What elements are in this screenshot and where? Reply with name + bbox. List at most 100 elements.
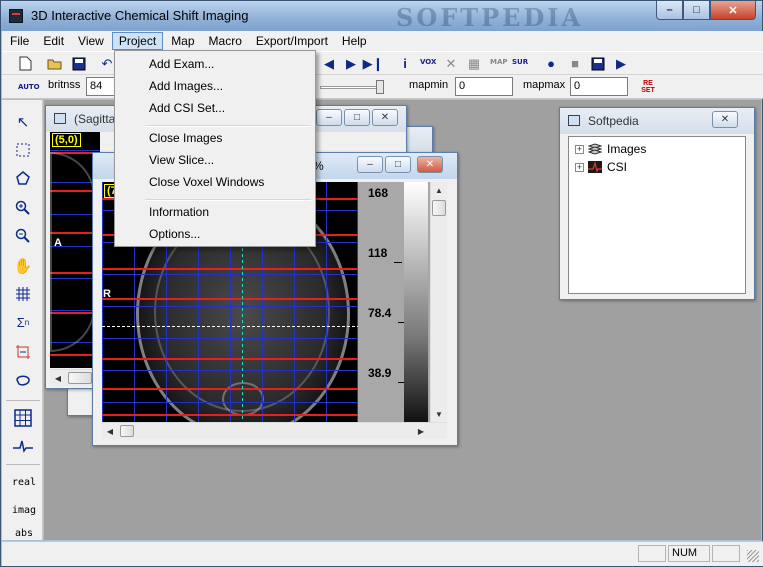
rect-select-icon[interactable]: [10, 138, 36, 162]
project-tree-window[interactable]: Softpedia ✕ + Images + CSI: [559, 107, 755, 300]
menu-bar: File Edit View Project Map Macro Export/…: [2, 31, 763, 51]
britnss-slider[interactable]: [320, 86, 380, 89]
scroll-right-icon[interactable]: ▶: [413, 423, 429, 439]
save-macro-icon[interactable]: [589, 55, 607, 72]
project-menu-dropdown: Add Exam... Add Images... Add CSI Set...…: [114, 50, 316, 247]
expand-icon[interactable]: +: [575, 144, 584, 154]
britnss-input[interactable]: 84: [86, 77, 116, 96]
menu-help[interactable]: Help: [336, 33, 373, 49]
pan-icon[interactable]: ✋: [10, 254, 36, 278]
window-icon: [568, 115, 580, 126]
axial-minimize-button[interactable]: –: [357, 156, 383, 173]
pointer-icon[interactable]: ↖: [10, 110, 36, 134]
csi-icon: [588, 160, 602, 173]
axial-vscroll[interactable]: ▲ ▼: [430, 182, 447, 422]
axial-close-button[interactable]: ✕: [417, 156, 443, 173]
colorbar-tick-4: 38.9: [368, 366, 392, 380]
menu-file[interactable]: File: [4, 33, 35, 49]
reset-button[interactable]: RE SET: [641, 80, 655, 94]
tree-item-images[interactable]: + Images: [575, 142, 646, 156]
voxel-grid-icon[interactable]: [10, 406, 36, 430]
menu-export-import[interactable]: Export/Import: [250, 33, 334, 49]
map-button[interactable]: MAP: [490, 58, 508, 66]
sagittal-maximize-button[interactable]: □: [344, 109, 370, 126]
menu-item-close-voxel-windows[interactable]: Close Voxel Windows: [149, 175, 264, 189]
status-indicator: [712, 545, 740, 562]
minimize-button[interactable]: –: [656, 1, 683, 20]
menu-edit[interactable]: Edit: [37, 33, 70, 49]
menu-macro[interactable]: Macro: [203, 33, 248, 49]
menu-item-information[interactable]: Information: [149, 205, 209, 219]
menu-view[interactable]: View: [72, 33, 110, 49]
scroll-left-icon[interactable]: ◀: [102, 423, 118, 439]
info-icon[interactable]: i: [396, 55, 414, 72]
colorbar: 168 118 78.4 38.9: [358, 182, 436, 422]
grid-tool-icon[interactable]: [10, 282, 36, 306]
tree-close-button[interactable]: ✕: [712, 111, 738, 128]
imag-button[interactable]: imag: [10, 500, 38, 520]
mapmin-input[interactable]: 0: [455, 77, 513, 96]
record-icon[interactable]: ●: [542, 55, 560, 72]
grid-select-icon[interactable]: ▦: [465, 55, 483, 72]
sur-button[interactable]: SUR: [512, 58, 528, 66]
status-indicator: [638, 545, 666, 562]
menu-item-close-images[interactable]: Close Images: [149, 131, 222, 145]
window-title: 3D Interactive Chemical Shift Imaging: [31, 8, 249, 23]
sum-icon[interactable]: Σn: [10, 310, 36, 334]
menu-item-add-exam[interactable]: Add Exam...: [149, 57, 214, 71]
project-tree: + Images + CSI: [568, 136, 746, 294]
next-icon[interactable]: ▶: [342, 55, 360, 72]
crop-icon[interactable]: [10, 340, 36, 364]
sagittal-close-button[interactable]: ✕: [372, 109, 398, 126]
polygon-icon[interactable]: [10, 166, 36, 190]
previous-icon[interactable]: ◀: [320, 55, 338, 72]
mapmin-label: mapmin: [409, 79, 449, 91]
new-file-icon[interactable]: [16, 55, 34, 72]
save-icon[interactable]: [70, 55, 88, 72]
axial-orientation-label: R: [103, 288, 111, 300]
scroll-left-icon[interactable]: ◀: [50, 370, 66, 386]
menu-item-view-slice[interactable]: View Slice...: [149, 153, 214, 167]
num-lock-indicator: NUM: [668, 545, 710, 562]
britnss-label: britnss: [48, 79, 81, 91]
grayscale-gradient: [404, 182, 428, 422]
open-folder-icon[interactable]: [46, 55, 64, 72]
scroll-up-icon[interactable]: ▲: [431, 182, 447, 198]
abs-button[interactable]: abs: [10, 528, 38, 540]
real-button[interactable]: real: [10, 472, 38, 492]
menu-map[interactable]: Map: [165, 33, 200, 49]
status-bar: NUM: [2, 541, 763, 566]
vox-button[interactable]: VOX: [420, 58, 436, 66]
menu-project[interactable]: Project: [111, 32, 164, 50]
delete-icon[interactable]: ✕: [442, 55, 460, 72]
zoom-out-icon[interactable]: [10, 224, 36, 248]
lasso-icon[interactable]: [10, 368, 36, 392]
colorbar-tick-1: 168: [368, 186, 389, 200]
play-icon[interactable]: ▶: [612, 55, 630, 72]
stop-icon[interactable]: ■: [566, 55, 584, 72]
axial-hscroll[interactable]: ◀ ▶: [102, 422, 447, 439]
last-icon[interactable]: ▶❙: [363, 55, 384, 72]
auto-button[interactable]: AUTO: [18, 83, 40, 91]
scroll-down-icon[interactable]: ▼: [431, 406, 447, 422]
tree-item-csi[interactable]: + CSI: [575, 160, 627, 174]
spectrum-icon[interactable]: [10, 434, 36, 458]
tree-title: Softpedia: [588, 114, 639, 128]
expand-icon[interactable]: +: [575, 162, 584, 172]
menu-item-add-csi-set[interactable]: Add CSI Set...: [149, 101, 225, 115]
britnss-slider-thumb[interactable]: [376, 80, 384, 94]
mapmax-label: mapmax: [523, 79, 566, 91]
maximize-button[interactable]: □: [683, 1, 710, 20]
sagittal-coord: (5,0): [52, 133, 81, 147]
tree-titlebar[interactable]: Softpedia ✕: [560, 108, 754, 134]
axial-maximize-button[interactable]: □: [385, 156, 411, 173]
mapmax-input[interactable]: 0: [570, 77, 628, 96]
sagittal-minimize-button[interactable]: –: [316, 109, 342, 126]
menu-item-options[interactable]: Options...: [149, 227, 200, 241]
resize-grip[interactable]: [747, 550, 759, 562]
tree-label-csi: CSI: [607, 160, 628, 174]
zoom-in-icon[interactable]: [10, 196, 36, 220]
menu-item-add-images[interactable]: Add Images...: [149, 79, 223, 93]
close-button[interactable]: ✕: [710, 1, 756, 20]
main-window: 3D Interactive Chemical Shift Imaging SO…: [0, 0, 763, 567]
